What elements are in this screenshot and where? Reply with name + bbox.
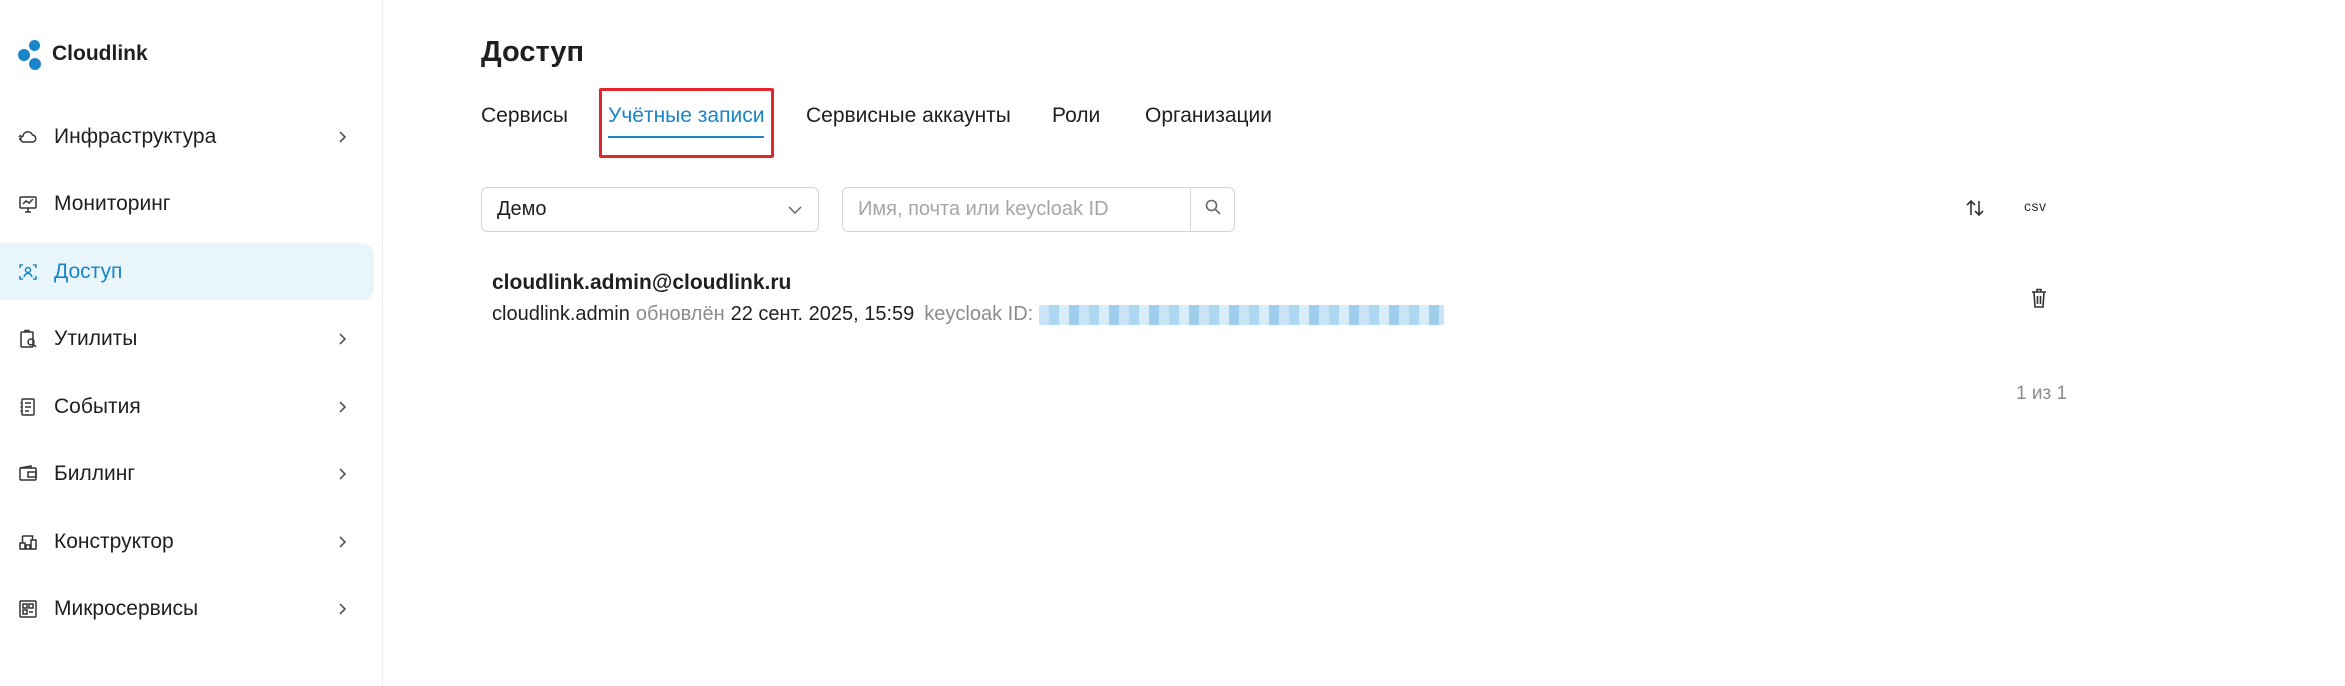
sidebar-item-label: Биллинг xyxy=(54,462,136,485)
account-row[interactable]: cloudlink.admin@cloudlink.ru cloudlink.a… xyxy=(492,271,1492,326)
highlight-box xyxy=(599,88,774,158)
monitor-icon xyxy=(18,194,38,214)
sidebar: Cloudlink Инфраструктура Мониторинг Дост… xyxy=(0,0,383,686)
brand-name: Cloudlink xyxy=(52,42,148,65)
sidebar-nav: Инфраструктура Мониторинг Доступ Утилиты xyxy=(0,108,383,648)
page-title: Доступ xyxy=(481,36,585,68)
chevron-right-icon xyxy=(334,601,350,617)
sidebar-item-events[interactable]: События xyxy=(0,378,374,435)
account-login: cloudlink.admin xyxy=(492,303,630,325)
chevron-right-icon xyxy=(334,466,350,482)
sidebar-item-label: Конструктор xyxy=(54,529,174,553)
microservices-icon xyxy=(18,599,38,619)
access-icon xyxy=(18,262,38,282)
cloud-icon xyxy=(18,127,38,147)
sidebar-item-label: События xyxy=(54,394,141,418)
sidebar-item-constructor[interactable]: Конструктор xyxy=(0,513,374,570)
sidebar-item-utilities[interactable]: Утилиты xyxy=(0,311,374,368)
sort-button[interactable] xyxy=(1961,196,1989,224)
search-input[interactable] xyxy=(843,188,1190,231)
organization-select[interactable]: Демо xyxy=(481,187,819,232)
chevron-right-icon xyxy=(334,129,350,145)
chevron-down-icon xyxy=(786,201,804,219)
keycloak-id-redacted xyxy=(1039,304,1445,325)
tab-services[interactable]: Сервисы xyxy=(481,92,568,140)
sidebar-item-access[interactable]: Доступ xyxy=(0,243,374,300)
constructor-icon xyxy=(18,532,38,552)
account-meta: cloudlink.admin обновлён 22 сент. 2025, … xyxy=(492,303,1492,326)
tab-organizations[interactable]: Организации xyxy=(1145,92,1272,140)
brand[interactable]: Cloudlink xyxy=(16,36,148,72)
tab-roles[interactable]: Роли xyxy=(1052,92,1100,140)
sidebar-item-monitoring[interactable]: Мониторинг xyxy=(0,176,374,233)
tab-service-accounts[interactable]: Сервисные аккаунты xyxy=(806,92,1011,140)
chevron-right-icon xyxy=(334,331,350,347)
updated-label: обновлён xyxy=(635,303,725,325)
sidebar-item-label: Инфраструктура xyxy=(54,124,217,148)
cloudlink-logo-icon xyxy=(16,36,46,72)
sidebar-item-infrastructure[interactable]: Инфраструктура xyxy=(0,108,374,165)
account-email: cloudlink.admin@cloudlink.ru xyxy=(492,271,792,294)
chevron-right-icon xyxy=(334,534,350,550)
updated-date: 22 сент. 2025, 15:59 xyxy=(730,303,915,325)
sidebar-item-microservices[interactable]: Микросервисы xyxy=(0,581,374,638)
search-button[interactable] xyxy=(1190,188,1234,231)
sidebar-item-billing[interactable]: Биллинг xyxy=(0,446,374,503)
chevron-right-icon xyxy=(334,399,350,415)
wallet-icon xyxy=(18,464,38,484)
sidebar-item-label: Утилиты xyxy=(54,327,138,350)
search-box xyxy=(842,187,1235,232)
keycloak-label: keycloak ID: xyxy=(924,303,1034,325)
sidebar-item-label: Доступ xyxy=(54,259,123,283)
sort-icon xyxy=(1964,197,1986,224)
sidebar-item-label: Микросервисы xyxy=(54,597,199,620)
utilities-icon xyxy=(18,329,38,349)
trash-icon xyxy=(2029,287,2049,314)
events-icon xyxy=(18,397,38,417)
sidebar-item-label: Мониторинг xyxy=(54,192,171,215)
select-value: Демо xyxy=(497,198,547,220)
search-icon xyxy=(1204,198,1222,221)
delete-button[interactable] xyxy=(2026,287,2052,313)
csv-export-button[interactable]: csv xyxy=(2024,198,2047,214)
